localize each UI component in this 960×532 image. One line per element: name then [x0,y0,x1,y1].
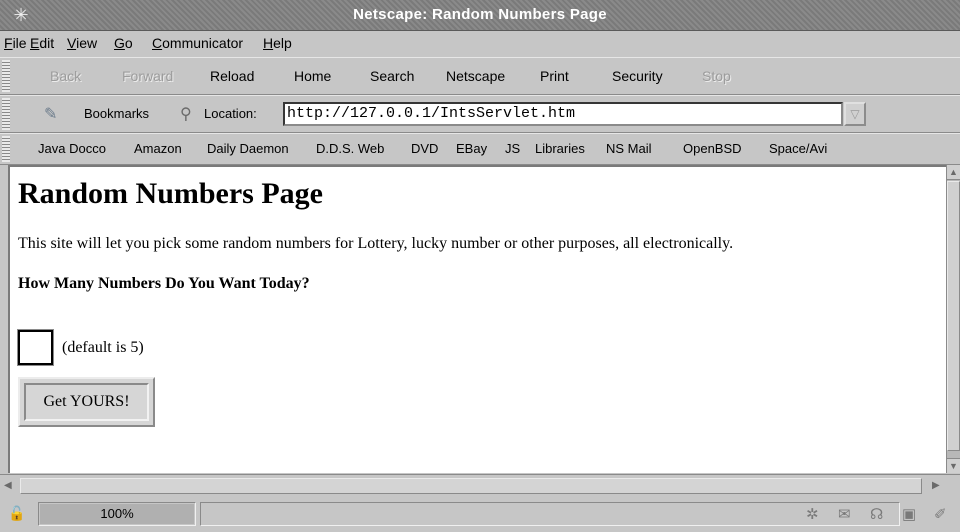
question-text: How Many Numbers Do You Want Today? [18,275,310,292]
reload-button[interactable]: Reload [210,68,254,84]
location-dropdown-button[interactable]: ▽ [844,102,866,126]
personal-link[interactable]: NS Mail [606,141,652,156]
personal-link[interactable]: DVD [411,141,438,156]
menu-bar: File Edit View Go Communicator Help [0,31,960,55]
toolbar-grip[interactable] [2,136,10,162]
navigation-toolbar: Back Forward Reload Home Search Netscape… [0,57,960,95]
personal-link[interactable]: Java Docco [38,141,106,156]
location-label: Location: [204,106,257,121]
menu-help[interactable]: Help [263,35,292,51]
submit-button-frame: Get YOURS! [18,377,155,427]
location-toolbar: ✎ Bookmarks ⚲ Location: http://127.0.0.1… [0,95,960,133]
home-button[interactable]: Home [294,68,331,84]
bookmarks-icon[interactable]: ✎ [44,104,57,124]
netscape-button[interactable]: Netscape [446,68,505,84]
personal-link[interactable]: EBay [456,141,487,156]
navigator-icon[interactable]: ✲ [806,505,819,523]
vertical-scrollbar[interactable]: ▲ ▼ [946,165,960,473]
menu-view[interactable]: View [67,35,97,51]
personal-toolbar: Java Docco Amazon Daily Daemon D.D.S. We… [0,133,960,165]
personal-link[interactable]: Space/Avi [769,141,827,156]
title-bar: ✳ Netscape: Random Numbers Page [0,0,960,31]
personal-link[interactable]: OpenBSD [683,141,742,156]
window-title: Netscape: Random Numbers Page [353,6,607,23]
bookmarks-button[interactable]: Bookmarks [84,106,149,121]
status-bar: 🔓 100% ✲ ✉ ☊ ▣ ✐ [0,497,960,532]
stop-button[interactable]: Stop [702,68,731,84]
security-lock-icon[interactable]: 🔓 [8,505,28,523]
scroll-left-arrow-icon[interactable]: ◀ [4,479,18,493]
security-button[interactable]: Security [612,68,663,84]
progress-text: 100% [100,506,134,521]
personal-link[interactable]: Daily Daemon [207,141,289,156]
composer-icon[interactable]: ▣ [902,505,916,523]
page-title: Random Numbers Page [18,177,323,210]
menu-communicator[interactable]: Communicator [152,35,243,51]
intro-text: This site will let you pick some random … [18,235,734,252]
number-count-input[interactable] [17,329,54,366]
get-yours-button[interactable]: Get YOURS! [24,383,149,421]
scroll-right-arrow-icon[interactable]: ▶ [932,479,946,493]
personal-link[interactable]: JS [505,141,520,156]
menu-edit[interactable]: Edit [30,35,54,51]
scroll-down-arrow-icon[interactable]: ▼ [947,458,960,473]
horizontal-scrollbar[interactable]: ◀ ▶ [0,474,960,497]
edit-icon[interactable]: ✐ [934,505,947,523]
location-icon[interactable]: ⚲ [180,104,192,124]
location-url-field[interactable]: http://127.0.0.1/IntsServlet.htm [283,102,843,126]
scroll-up-arrow-icon[interactable]: ▲ [947,165,960,180]
personal-link[interactable]: Libraries [535,141,585,156]
mail-icon[interactable]: ✉ [838,505,851,523]
progress-indicator: 100% [38,502,196,526]
print-button[interactable]: Print [540,68,569,84]
default-note: (default is 5) [62,339,144,356]
status-message [200,502,900,526]
forward-button[interactable]: Forward [122,68,173,84]
personal-link[interactable]: D.D.S. Web [316,141,384,156]
page-content: Random Numbers Page This site will let y… [8,165,946,473]
back-button[interactable]: Back [50,68,81,84]
horizontal-scroll-thumb[interactable] [20,478,922,494]
toolbar-grip[interactable] [2,60,10,92]
discussion-icon[interactable]: ☊ [870,505,883,523]
toolbar-grip[interactable] [2,98,10,130]
vertical-scroll-thumb[interactable] [947,181,960,451]
search-button[interactable]: Search [370,68,414,84]
menu-go[interactable]: Go [114,35,133,51]
personal-link[interactable]: Amazon [134,141,182,156]
menu-file[interactable]: File [4,35,27,51]
